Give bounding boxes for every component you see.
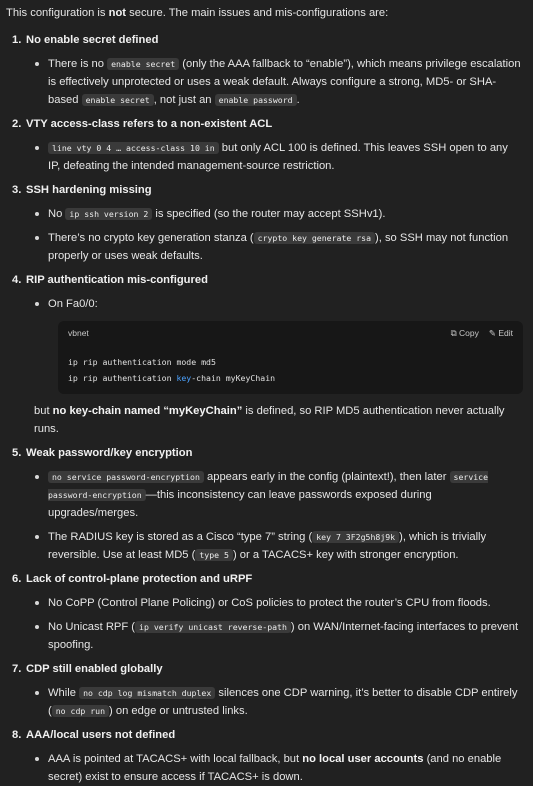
bullet-item: The RADIUS key is stored as a Cisco “typ… (34, 528, 523, 564)
inline-code: key 7 3F2g5h8j9k (312, 531, 400, 543)
bullet-item: no service password-encryption appears e… (34, 468, 523, 522)
bullet-item: On Fa0/0: vbnet ⧉ Copy ✎ Edit ip rip aut… (34, 295, 523, 394)
section-3: 3. SSH hardening missing No ip ssh versio… (6, 181, 523, 265)
bullet-item: line vty 0 4 … access-class 10 in but on… (34, 139, 523, 175)
section-8: 8. AAA/local users not defined AAA is poi… (6, 726, 523, 786)
section-heading: 6. Lack of control-plane protection and u… (12, 573, 253, 585)
bullet-item: There is no enable secret (only the AAA … (34, 55, 523, 109)
code-content: ip rip authentication mode md5 ip rip au… (58, 342, 523, 386)
bullet-item: There’s no crypto key generation stanza … (34, 229, 523, 265)
inline-code: line vty 0 4 … access-class 10 in (48, 142, 219, 154)
inline-code: crypto key generate rsa (253, 232, 376, 244)
inline-code: no cdp run (51, 705, 110, 717)
paragraph-text: but no key-chain named “myKeyChain” is d… (34, 405, 505, 435)
code-language-label: vbnet (68, 328, 89, 338)
section-5: 5. Weak password/key encryption no servic… (6, 444, 523, 564)
bullet-item: No ip ssh version 2 is specified (so the… (34, 205, 523, 223)
section-heading: 1. No enable secret defined (12, 34, 159, 46)
section-heading: 2. VTY access-class refers to a non-exist… (12, 118, 273, 130)
section-6: 6. Lack of control-plane protection and u… (6, 570, 523, 654)
inline-code: ip verify unicast reverse-path (135, 621, 291, 633)
inline-code: no cdp log mismatch duplex (79, 687, 216, 699)
inline-code: ip ssh version 2 (65, 208, 153, 220)
inline-code: enable password (214, 94, 297, 106)
bullet-item: No Unicast RPF (ip verify unicast revers… (34, 618, 523, 654)
section-heading: 7. CDP still enabled globally (12, 663, 163, 675)
section-1: 1. No enable secret defined There is no e… (6, 31, 523, 109)
bullet-item: While no cdp log mismatch duplex silence… (34, 684, 523, 720)
inline-code: no service password-encryption (48, 471, 204, 483)
inline-code: enable secret (81, 94, 154, 106)
section-heading: 4. RIP authentication mis-configured (12, 274, 208, 286)
section-heading: 3. SSH hardening missing (12, 184, 152, 196)
inline-code: type 5 (195, 549, 233, 561)
assistant-response: This configuration is not secure. The ma… (0, 0, 533, 786)
intro-text: This configuration is not secure. The ma… (6, 7, 389, 19)
section-heading: 8. AAA/local users not defined (12, 729, 176, 741)
code-block-header: vbnet ⧉ Copy ✎ Edit (58, 321, 523, 342)
bullet-item: No CoPP (Control Plane Policing) or CoS … (34, 594, 523, 612)
section-4: 4. RIP authentication mis-configured On F… (6, 271, 523, 438)
section-7: 7. CDP still enabled globally While no cd… (6, 660, 523, 720)
code-line: ip rip authentication key-chain myKeyCha… (68, 373, 276, 383)
edit-icon: ✎ (488, 328, 499, 338)
bullet-item: AAA is pointed at TACACS+ with local fal… (34, 750, 523, 786)
inline-code: enable secret (107, 58, 180, 70)
copy-icon: ⧉ (450, 328, 460, 338)
edit-button[interactable]: ✎ Edit (489, 324, 513, 342)
section-heading: 5. Weak password/key encryption (12, 447, 193, 459)
code-line: ip rip authentication mode md5 (68, 357, 216, 367)
code-block: vbnet ⧉ Copy ✎ Edit ip rip authenticatio… (58, 321, 523, 394)
section-2: 2. VTY access-class refers to a non-exist… (6, 115, 523, 175)
copy-button[interactable]: ⧉ Copy (451, 324, 479, 342)
